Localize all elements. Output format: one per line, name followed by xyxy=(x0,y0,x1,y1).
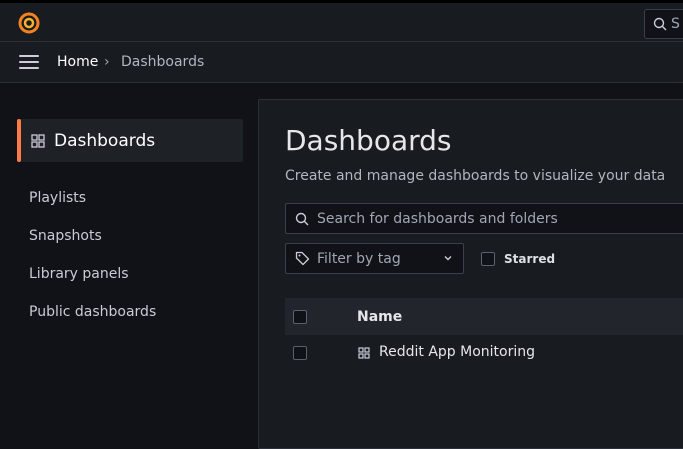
dashboard-link[interactable]: Reddit App Monitoring xyxy=(379,344,535,360)
select-all-checkbox[interactable] xyxy=(293,309,307,324)
sidebar-item-public-dashboards[interactable]: Public dashboards xyxy=(29,304,156,320)
row-checkbox[interactable] xyxy=(293,346,307,360)
filter-by-tag-label: Filter by tag xyxy=(317,250,401,267)
sidebar-item-dashboards[interactable]: Dashboards xyxy=(17,119,243,162)
sidebar: Dashboards Playlists Snapshots Library p… xyxy=(0,83,258,435)
column-header-name[interactable]: Name xyxy=(357,309,402,325)
dashboard-search-field[interactable] xyxy=(285,203,683,234)
breadcrumb-current: Dashboards xyxy=(121,54,205,70)
main-panel: Dashboards Create and manage dashboards … xyxy=(258,99,683,449)
page-title: Dashboards xyxy=(285,124,452,157)
table-header: Name xyxy=(285,298,683,335)
table-row[interactable]: Reddit App Monitoring xyxy=(285,335,683,371)
breadcrumb-separator: › xyxy=(104,54,110,70)
breadcrumb-bar: Home › Dashboards xyxy=(0,42,683,83)
menu-icon[interactable] xyxy=(19,55,39,70)
starred-label: Starred xyxy=(504,252,556,266)
filter-by-tag-select[interactable]: Filter by tag xyxy=(285,243,464,274)
top-nav-bar: S xyxy=(0,0,683,42)
page-subtitle: Create and manage dashboards to visualiz… xyxy=(285,168,666,184)
search-icon xyxy=(295,212,309,225)
sidebar-item-snapshots[interactable]: Snapshots xyxy=(29,228,102,244)
tag-icon xyxy=(295,251,310,266)
search-icon xyxy=(653,17,667,31)
top-search-button[interactable]: S xyxy=(644,9,683,39)
sidebar-active-label: Dashboards xyxy=(54,130,156,151)
apps-grid-icon xyxy=(358,347,370,359)
breadcrumb-home[interactable]: Home xyxy=(57,54,98,70)
sidebar-item-playlists[interactable]: Playlists xyxy=(29,190,86,206)
apps-grid-icon xyxy=(31,133,45,148)
dashboard-search-input[interactable] xyxy=(315,209,679,228)
grafana-logo-icon[interactable] xyxy=(17,11,41,35)
sidebar-item-library-panels[interactable]: Library panels xyxy=(29,266,129,282)
starred-checkbox[interactable] xyxy=(481,252,495,266)
chevron-down-icon xyxy=(444,256,452,261)
starred-filter[interactable]: Starred xyxy=(481,252,555,266)
top-search-label: S xyxy=(671,16,680,32)
